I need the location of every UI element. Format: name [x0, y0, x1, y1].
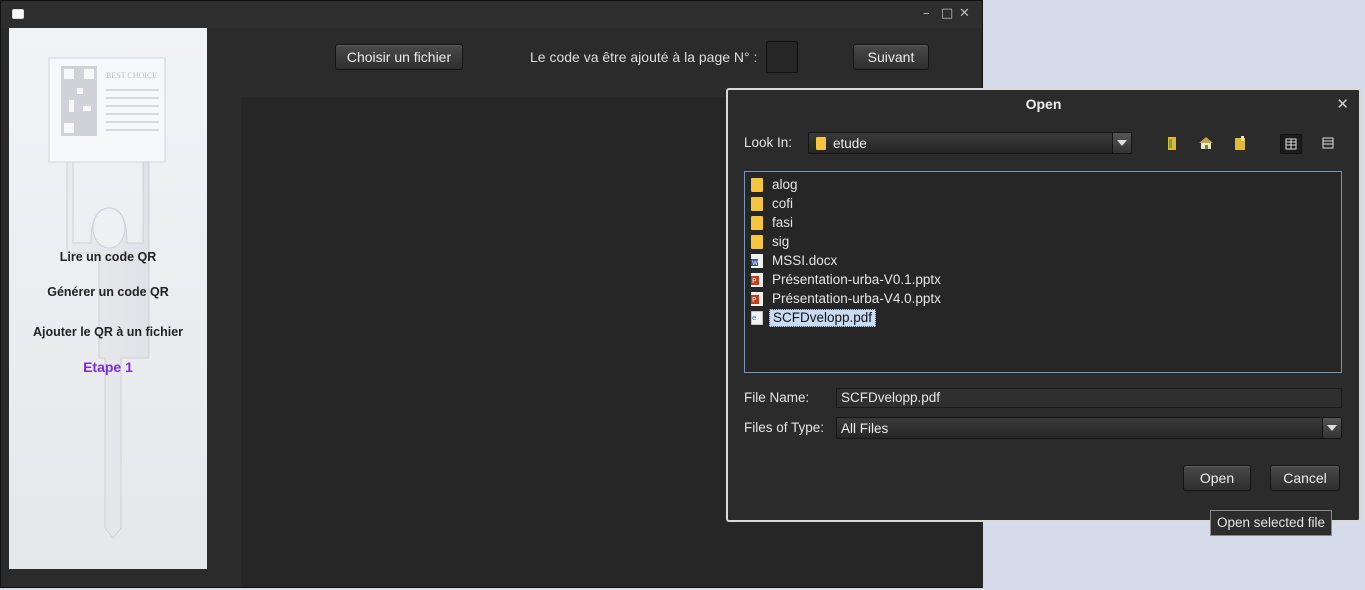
file-list[interactable]: alog cofi fasi sig W MSSI.docx P Présent… [744, 171, 1342, 373]
folder-icon [751, 178, 763, 192]
menu-item-add-qr-to-file[interactable]: Ajouter le QR à un fichier [9, 325, 207, 339]
files-of-type-combo[interactable]: All Files [836, 417, 1342, 439]
files-of-type-label: Files of Type: [744, 420, 825, 435]
svg-text:P: P [752, 277, 756, 285]
dialog-close-icon[interactable]: ✕ [1336, 95, 1349, 113]
chevron-down-icon [1117, 140, 1127, 146]
chevron-down-icon [1327, 425, 1337, 431]
menu-item-generate-qr[interactable]: Générer un code QR [9, 285, 207, 299]
folder-icon [751, 216, 763, 230]
cancel-button[interactable]: Cancel [1270, 465, 1340, 491]
choose-file-button[interactable]: Choisir un fichier [335, 44, 463, 70]
dropdown-arrow[interactable] [1112, 133, 1131, 153]
look-in-label: Look In: [744, 135, 793, 150]
next-button[interactable]: Suivant [853, 44, 929, 70]
qr-code-icon [61, 66, 97, 136]
pdf-file-icon: e [751, 311, 763, 325]
poster-text: BEST CHOICE [106, 71, 157, 80]
menu-item-read-qr[interactable]: Lire un code QR [9, 250, 207, 264]
folder-icon [751, 197, 763, 211]
folder-icon [816, 137, 826, 150]
svg-text:e: e [752, 314, 756, 322]
page-number-label: Le code va être ajouté à la page N° : [530, 49, 758, 65]
minimize-icon[interactable]: – [923, 7, 930, 21]
list-view-icon[interactable] [1280, 134, 1302, 154]
file-name-label: File Name: [744, 390, 810, 405]
page-number-input[interactable] [766, 41, 798, 73]
files-of-type-value: All Files [841, 421, 889, 436]
powerpoint-icon: P [751, 273, 763, 287]
details-view-icon[interactable] [1318, 134, 1338, 152]
look-in-combo[interactable]: etude [808, 132, 1132, 154]
look-in-value: etude [833, 136, 867, 151]
step-label: Etape 1 [83, 359, 133, 375]
new-folder-icon[interactable] [1230, 134, 1250, 152]
maximize-icon[interactable]: □ [941, 7, 953, 21]
dialog-title: Open [1025, 96, 1062, 112]
tooltip: Open selected file [1210, 510, 1333, 536]
open-button[interactable]: Open [1183, 465, 1251, 491]
file-name-input[interactable]: SCFDvelopp.pdf [836, 388, 1342, 408]
app-icon[interactable] [12, 9, 24, 19]
svg-text:W: W [752, 260, 758, 267]
powerpoint-icon: P [751, 292, 763, 306]
home-icon[interactable] [1196, 134, 1216, 152]
word-doc-icon: W [751, 254, 763, 268]
svg-text:P: P [752, 296, 756, 304]
folder-icon [751, 235, 763, 249]
close-icon[interactable]: ✕ [959, 7, 970, 21]
dropdown-arrow[interactable] [1322, 418, 1341, 438]
sidebar: BEST CHOICE Lire un code QR Générer un c… [9, 28, 207, 569]
title-bar: – □ ✕ [1, 1, 982, 28]
up-folder-icon[interactable] [1162, 134, 1182, 152]
open-file-dialog: Open ✕ Look In: etude alog cofi fasi sig… [726, 88, 1361, 522]
